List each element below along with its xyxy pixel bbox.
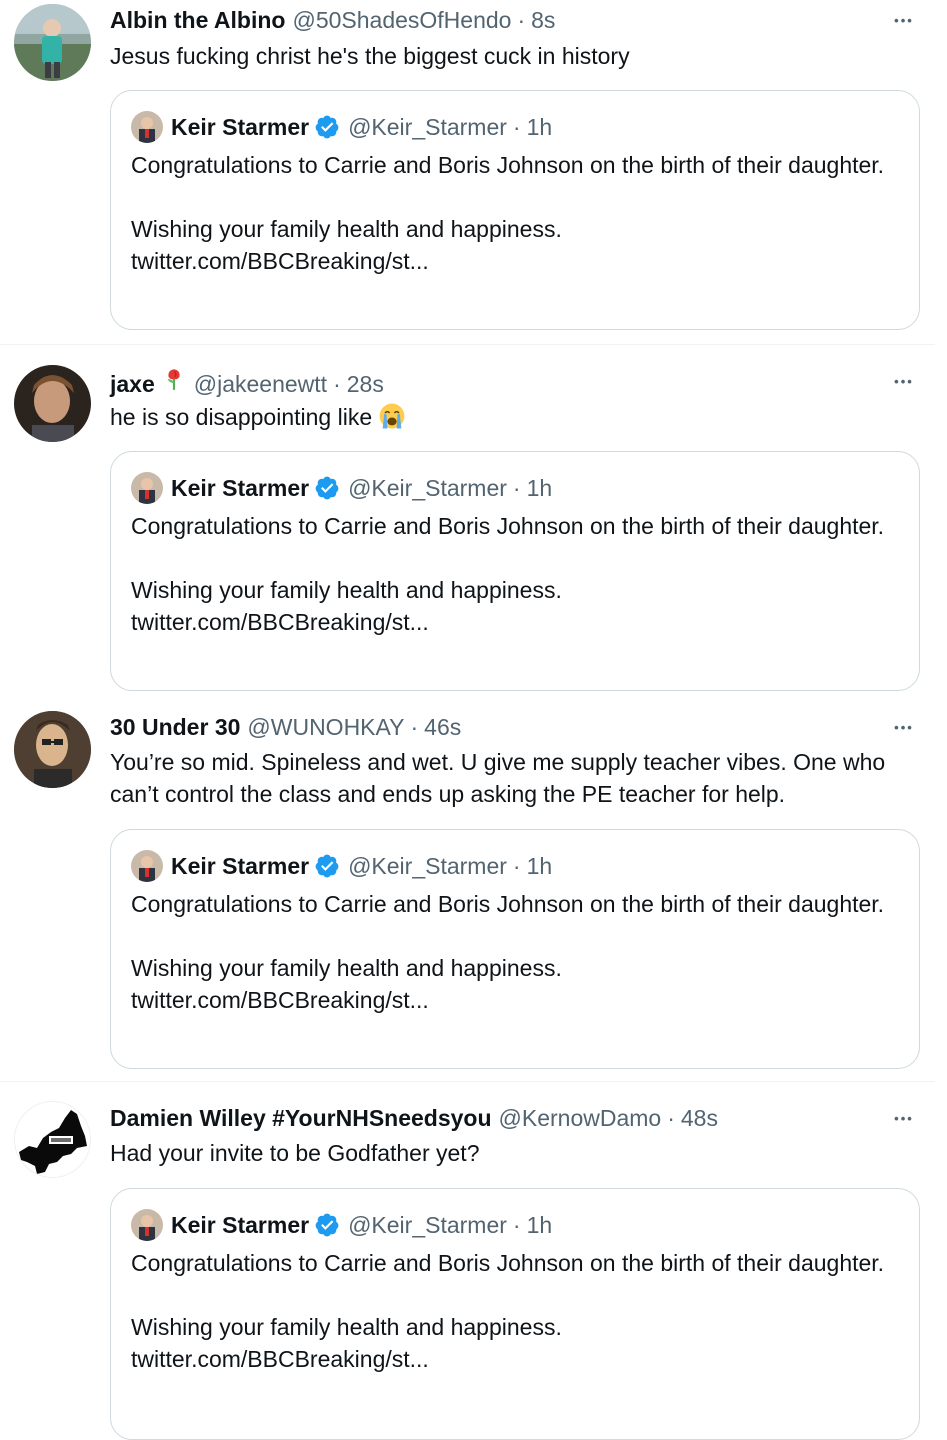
quoted-timestamp: 1h — [526, 852, 553, 879]
separator-dot: · — [333, 371, 341, 397]
quoted-timestamp: 1h — [526, 113, 553, 140]
tweet-header: 30 Under 30 @WUNOHKAY · 46s — [110, 712, 461, 742]
quoted-text-line: Wishing your family health and happiness… — [131, 577, 562, 603]
more-options-icon[interactable]: ••• — [889, 712, 919, 742]
quoted-text-line: Wishing your family health and happiness… — [131, 216, 562, 242]
more-options-label: ••• — [894, 719, 914, 735]
timestamp[interactable]: 8s — [531, 5, 555, 35]
quoted-avatar — [131, 1209, 163, 1241]
display-name[interactable]: Albin the Albino — [110, 5, 285, 35]
tweet-text: You’re so mid. Spineless and wet. U give… — [110, 749, 886, 807]
quoted-username: @Keir_Starmer — [348, 474, 507, 501]
quoted-link[interactable]: twitter.com/BBCBreaking/st... — [131, 1343, 901, 1375]
tweet[interactable]: jaxe @jakeenewtt · 28s ••• he is so disa… — [0, 345, 935, 707]
quoted-tweet-header: Keir Starmer @Keir_Starmer · 1h — [131, 850, 552, 882]
quoted-tweet[interactable]: Keir Starmer @Keir_Starmer · 1h Congratu… — [110, 1188, 920, 1440]
more-options-label: ••• — [894, 1110, 914, 1126]
more-options-label: ••• — [894, 373, 914, 389]
quoted-avatar — [131, 111, 163, 143]
quoted-username: @Keir_Starmer — [348, 1211, 507, 1238]
separator-dot: · — [410, 714, 419, 740]
separator-dot: · — [667, 1105, 675, 1131]
quoted-tweet-header: Keir Starmer @Keir_Starmer · 1h — [131, 472, 552, 504]
tweet[interactable]: 30 Under 30 @WUNOHKAY · 46s ••• You’re s… — [0, 707, 935, 1082]
more-options-icon[interactable]: ••• — [889, 366, 919, 396]
quoted-avatar — [131, 850, 163, 882]
quoted-timestamp: 1h — [526, 1211, 553, 1238]
avatar[interactable] — [14, 711, 91, 788]
quoted-link[interactable]: twitter.com/BBCBreaking/st... — [131, 984, 901, 1016]
username[interactable]: @50ShadesOfHendo — [292, 5, 511, 35]
quoted-link[interactable]: twitter.com/BBCBreaking/st... — [131, 606, 901, 638]
rose-icon — [167, 369, 180, 390]
separator-dot: · — [517, 7, 526, 33]
tweet-text: he is so disappointing like — [110, 401, 920, 433]
quoted-text-line: Congratulations to Carrie and Boris John… — [131, 891, 885, 917]
more-options-label: ••• — [894, 12, 914, 28]
quoted-tweet-text: Congratulations to Carrie and Boris John… — [131, 1247, 901, 1375]
verified-badge-icon — [315, 476, 339, 500]
quoted-text-line: Congratulations to Carrie and Boris John… — [131, 1250, 885, 1276]
username[interactable]: @WUNOHKAY — [247, 712, 404, 742]
more-options-icon[interactable]: ••• — [889, 5, 919, 35]
tweet-text: Had your invite to be Godfather yet? — [110, 1140, 480, 1166]
separator-dot: · — [512, 1211, 521, 1238]
quoted-display-name: Keir Starmer — [171, 1211, 310, 1238]
quoted-display-name: Keir Starmer — [171, 852, 310, 879]
quoted-username: @Keir_Starmer — [348, 852, 507, 879]
tweet-header: Damien Willey #YourNHSneedsyou @KernowDa… — [110, 1103, 718, 1133]
username[interactable]: @jakeenewtt — [194, 369, 327, 399]
more-options-icon[interactable]: ••• — [889, 1103, 919, 1133]
display-name[interactable]: 30 Under 30 — [110, 712, 240, 742]
tweet-header: jaxe @jakeenewtt · 28s — [110, 366, 384, 399]
avatar[interactable] — [14, 4, 91, 81]
quoted-text-line: Wishing your family health and happiness… — [131, 1314, 562, 1340]
avatar[interactable] — [14, 365, 91, 442]
verified-badge-icon — [315, 115, 339, 139]
quoted-tweet[interactable]: Keir Starmer @Keir_Starmer · 1h Congratu… — [110, 451, 920, 691]
tweet[interactable]: Albin the Albino @50ShadesOfHendo · 8s •… — [0, 0, 935, 345]
quoted-text-line: Wishing your family health and happiness… — [131, 955, 562, 981]
separator-dot: · — [512, 474, 521, 501]
separator-dot: · — [512, 852, 521, 879]
display-name[interactable]: jaxe — [110, 369, 155, 399]
username[interactable]: @KernowDamo — [499, 1103, 662, 1133]
quoted-tweet[interactable]: Keir Starmer @Keir_Starmer · 1h Congratu… — [110, 90, 920, 330]
tweet-header: Albin the Albino @50ShadesOfHendo · 8s — [110, 5, 555, 35]
quoted-tweet-text: Congratulations to Carrie and Boris John… — [131, 510, 901, 638]
tweet-text: Jesus fucking christ he's the biggest cu… — [110, 43, 630, 69]
quoted-text-line: Congratulations to Carrie and Boris John… — [131, 513, 885, 539]
timestamp[interactable]: 28s — [347, 369, 384, 399]
quoted-username: @Keir_Starmer — [348, 113, 507, 140]
quoted-display-name: Keir Starmer — [171, 474, 310, 501]
quoted-avatar — [131, 472, 163, 504]
timestamp[interactable]: 46s — [424, 712, 461, 742]
tweet[interactable]: Damien Willey #YourNHSneedsyou @KernowDa… — [0, 1082, 935, 1440]
quoted-timestamp: 1h — [526, 474, 553, 501]
quoted-tweet[interactable]: Keir Starmer @Keir_Starmer · 1h Congratu… — [110, 829, 920, 1069]
quoted-tweet-text: Congratulations to Carrie and Boris John… — [131, 888, 901, 1016]
quoted-link[interactable]: twitter.com/BBCBreaking/st... — [131, 245, 901, 277]
avatar[interactable] — [14, 1101, 91, 1178]
quoted-display-name: Keir Starmer — [171, 113, 310, 140]
verified-badge-icon — [315, 854, 339, 878]
display-name[interactable]: Damien Willey #YourNHSneedsyou — [110, 1103, 492, 1133]
timestamp[interactable]: 48s — [681, 1103, 718, 1133]
quoted-tweet-text: Congratulations to Carrie and Boris John… — [131, 149, 901, 277]
tweet-text-content: he is so disappointing like — [110, 404, 373, 430]
quoted-text-line: Congratulations to Carrie and Boris John… — [131, 152, 885, 178]
loudly-crying-face-emoji-icon — [379, 403, 405, 429]
separator-dot: · — [512, 113, 521, 140]
verified-badge-icon — [315, 1213, 339, 1237]
quoted-tweet-header: Keir Starmer @Keir_Starmer · 1h — [131, 1209, 552, 1241]
quoted-tweet-header: Keir Starmer @Keir_Starmer · 1h — [131, 111, 552, 143]
